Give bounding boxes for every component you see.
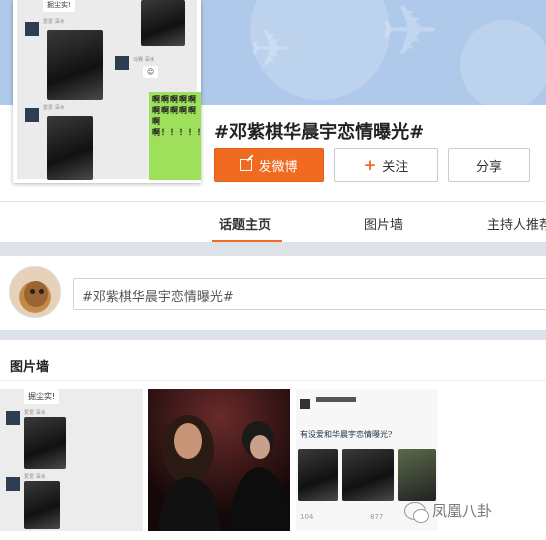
- plus-icon: +: [363, 156, 377, 174]
- photo-wall-title: 图片墙: [10, 360, 50, 375]
- post-photo: [398, 449, 436, 501]
- edit-icon: [240, 159, 253, 171]
- avatar-eye: [39, 289, 44, 294]
- avatar: [300, 399, 310, 409]
- chat-photo: [141, 0, 185, 46]
- username-bar: [316, 397, 356, 402]
- watermark-text: 凤凰八卦: [432, 502, 493, 520]
- post-weibo-button[interactable]: 发微博: [214, 148, 324, 182]
- banner-plane-icon: ✈: [250, 20, 292, 78]
- photo-wall-thumbnail[interactable]: [148, 389, 290, 531]
- chat-sender-name: 爱爱 深水: [43, 19, 65, 25]
- section-gap: [0, 242, 546, 256]
- chat-bubble: 掘尘实!: [24, 389, 60, 404]
- avatar: [25, 108, 39, 122]
- topic-title: #邓紫棋华晨宇恋情曝光#: [214, 122, 425, 143]
- avatar-eye: [30, 289, 35, 294]
- tab-topic-home[interactable]: 话题主页: [219, 214, 271, 233]
- chat-bubble: 掘尘实!: [43, 0, 75, 12]
- chat-sender-name: 爱爱 深水: [24, 474, 46, 480]
- follow-button[interactable]: + 关注: [334, 148, 438, 182]
- share-label: 分享: [475, 159, 502, 175]
- chat-sender-name: 爱爱 深水: [24, 410, 46, 416]
- banner-plane-icon: ✈: [380, 0, 439, 72]
- wechat-icon: [404, 501, 429, 523]
- avatar: [6, 477, 20, 491]
- banner-decoration: [460, 20, 546, 105]
- avatar: [6, 411, 20, 425]
- photo-wall-thumbnail[interactable]: 掘尘实! 爱爱 深水 爱爱 深水: [0, 389, 143, 531]
- tab-photo-wall[interactable]: 图片墙: [364, 214, 403, 233]
- chat-photo: [24, 481, 60, 529]
- chat-photo: [47, 116, 93, 180]
- chat-sender-name: 马赛 深水: [133, 57, 155, 63]
- topic-tabs: 话题主页 图片墙 主持人推荐: [0, 202, 546, 242]
- follow-label: 关注: [382, 159, 409, 175]
- comment-count: 877: [370, 513, 384, 521]
- chat-sender-name: 爱爱 深水: [43, 105, 65, 111]
- emoji-bubble: ☺: [143, 66, 159, 78]
- chat-photo: [24, 417, 66, 469]
- chat-photo: [47, 30, 103, 100]
- post-photo: [298, 449, 338, 501]
- section-gap: [0, 330, 546, 340]
- avatar: [115, 56, 129, 70]
- like-count: 104: [300, 513, 314, 521]
- concert-photo: [148, 389, 290, 531]
- post-composer: #邓紫棋华晨宇恋情曝光#: [0, 256, 546, 330]
- topic-cover-image[interactable]: 掘尘实! 爱爱 深水 马赛 深水 ☺ 爱爱 深水 啊啊啊啊啊啊啊啊啊啊啊啊！！！…: [13, 0, 201, 183]
- divider: [0, 380, 546, 381]
- post-handwriting: 有没爱和华晨宇恋情曝光?: [300, 430, 393, 439]
- post-photo: [342, 449, 394, 501]
- avatar-face: [24, 281, 48, 307]
- chat-green-bubble: 啊啊啊啊啊啊啊啊啊啊啊啊！！！！！！！！！！！！！！！！！！！！: [149, 92, 201, 180]
- post-weibo-label: 发微博: [258, 159, 298, 175]
- avatar: [25, 22, 39, 36]
- share-button[interactable]: 分享: [448, 148, 530, 182]
- watermark: 凤凰八卦: [404, 500, 493, 523]
- tab-host-recommend[interactable]: 主持人推荐: [487, 214, 546, 233]
- user-avatar[interactable]: [9, 266, 61, 318]
- composer-input[interactable]: #邓紫棋华晨宇恋情曝光#: [73, 278, 546, 310]
